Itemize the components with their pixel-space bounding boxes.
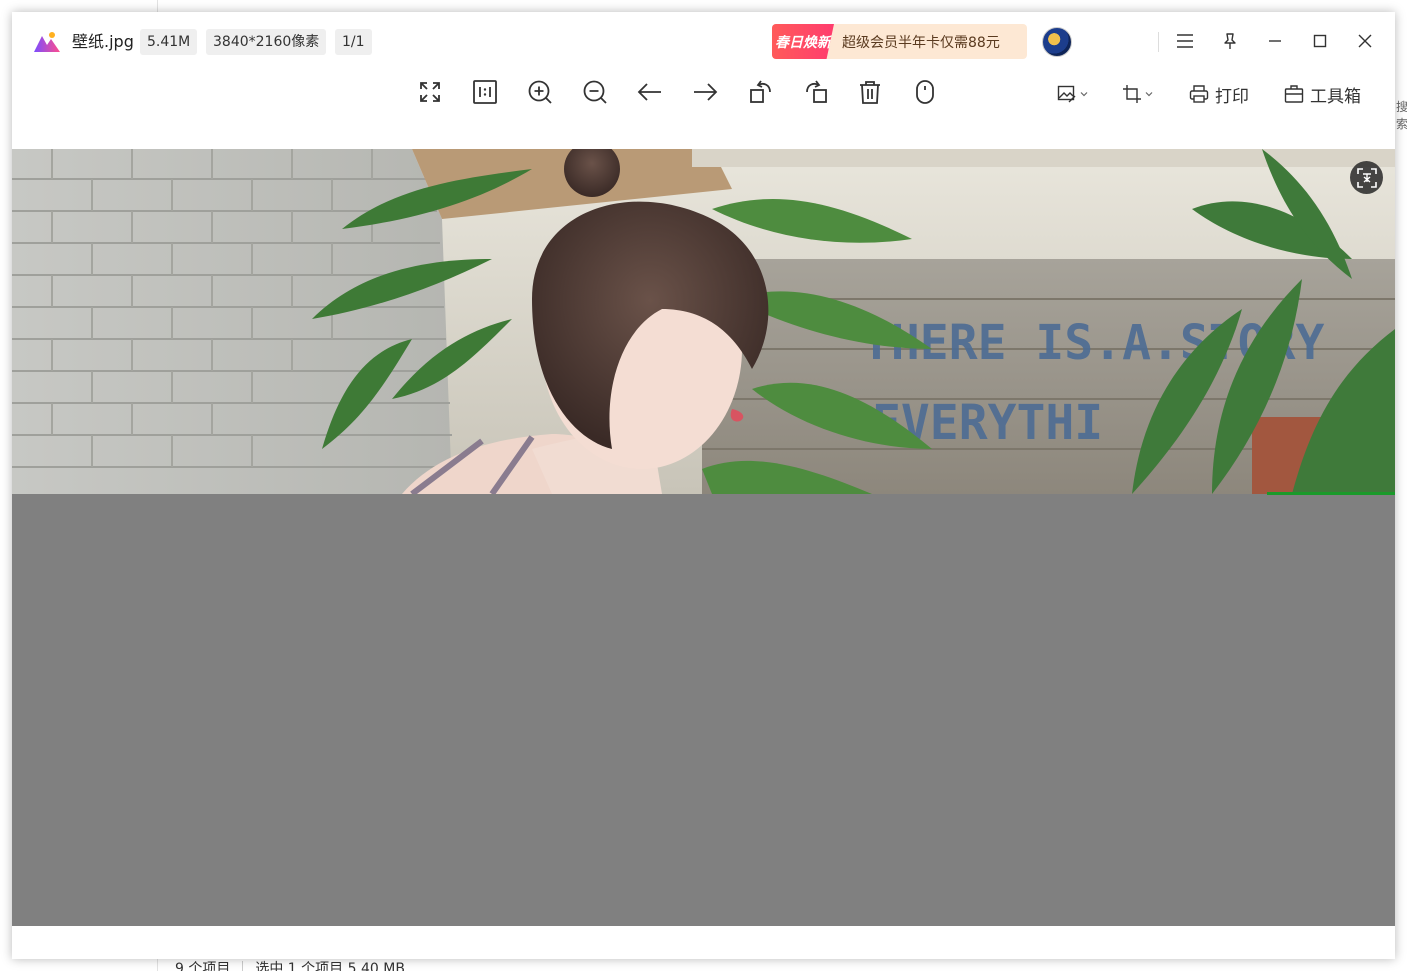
rotate-right-button[interactable] xyxy=(798,74,834,110)
print-label: 打印 xyxy=(1215,86,1249,107)
toolbar: 打印 工具箱 xyxy=(12,74,1395,114)
title-bar[interactable]: 壁纸.jpg 5.41M 3840*2160像素 1/1 春日焕新 超级会员半年… xyxy=(12,12,1395,70)
maximize-icon xyxy=(1313,34,1327,48)
explorer-item-count: 9 个项目 xyxy=(175,961,231,971)
crop-dropdown[interactable] xyxy=(1122,78,1154,110)
explorer-selection-info: 选中 1 个项目 5.40 MB xyxy=(255,961,405,971)
titlebar-separator xyxy=(1158,32,1159,52)
status-separator xyxy=(242,961,244,971)
edit-image-dropdown[interactable] xyxy=(1057,78,1089,110)
dimensions-badge: 3840*2160像素 xyxy=(206,29,327,55)
hamburger-menu-icon xyxy=(1177,34,1193,48)
promo-text: 超级会员半年卡仅需88元 xyxy=(842,34,1000,51)
fullscreen-button[interactable] xyxy=(412,74,448,110)
actual-size-icon xyxy=(473,80,497,104)
image-edit-icon xyxy=(1057,85,1076,103)
image-viewer-window: 壁纸.jpg 5.41M 3840*2160像素 1/1 春日焕新 超级会员半年… xyxy=(12,12,1395,959)
zoom-out-button[interactable] xyxy=(577,74,613,110)
promo-banner[interactable]: 春日焕新 超级会员半年卡仅需88元 xyxy=(772,24,1027,59)
fullscreen-icon xyxy=(420,82,440,102)
wallpaper-photo: THERE IS.A.STORY EVERYTHI xyxy=(12,149,1395,494)
crop-icon xyxy=(1123,85,1141,103)
previous-image-button[interactable] xyxy=(632,74,668,110)
close-button[interactable] xyxy=(1350,26,1380,56)
mouse-mode-button[interactable] xyxy=(907,74,943,110)
toolbox-button[interactable]: 工具箱 xyxy=(1284,78,1361,110)
toolbox-label: 工具箱 xyxy=(1310,86,1361,107)
menu-button[interactable] xyxy=(1170,26,1200,56)
zoom-in-button[interactable] xyxy=(522,74,558,110)
chevron-down-icon xyxy=(1080,92,1088,97)
file-size-badge: 5.41M xyxy=(140,29,198,55)
rotate-left-button[interactable] xyxy=(743,74,779,110)
minimize-button[interactable] xyxy=(1260,26,1290,56)
rotate-left-icon xyxy=(750,80,771,103)
promo-tag: 春日焕新 xyxy=(772,24,834,59)
file-name: 壁纸.jpg xyxy=(72,32,134,51)
previous-icon xyxy=(637,83,661,101)
delete-icon xyxy=(860,81,880,104)
print-button[interactable]: 打印 xyxy=(1189,78,1249,110)
minimize-icon xyxy=(1269,40,1281,42)
next-image-button[interactable] xyxy=(687,74,723,110)
image-canvas[interactable]: THERE IS.A.STORY EVERYTHI xyxy=(12,149,1395,926)
rotate-right-icon xyxy=(806,80,827,103)
toolbox-icon xyxy=(1284,85,1304,103)
ocr-button[interactable] xyxy=(1350,161,1383,194)
maximize-button[interactable] xyxy=(1305,26,1335,56)
next-icon xyxy=(694,83,718,101)
actual-size-button[interactable] xyxy=(467,74,503,110)
zoom-in-icon xyxy=(528,80,552,104)
page-counter-badge: 1/1 xyxy=(335,29,372,55)
text-recognition-icon xyxy=(1356,167,1377,188)
chevron-down-icon xyxy=(1145,92,1153,97)
explorer-status-bar: 9 个项目 选中 1 个项目 5.40 MB xyxy=(175,958,405,971)
pin-button[interactable] xyxy=(1215,26,1245,56)
printer-icon xyxy=(1189,85,1209,103)
app-logo-icon xyxy=(34,32,60,52)
delete-button[interactable] xyxy=(852,74,888,110)
explorer-search-edge: 搜索 xyxy=(1396,100,1407,131)
loading-progress-bar xyxy=(1267,492,1395,495)
pin-icon xyxy=(1224,33,1236,49)
viewer-bottom-strip xyxy=(12,926,1395,959)
zoom-out-icon xyxy=(583,80,607,104)
user-avatar[interactable] xyxy=(1042,27,1072,57)
mouse-icon xyxy=(916,80,934,104)
close-icon xyxy=(1358,34,1372,48)
